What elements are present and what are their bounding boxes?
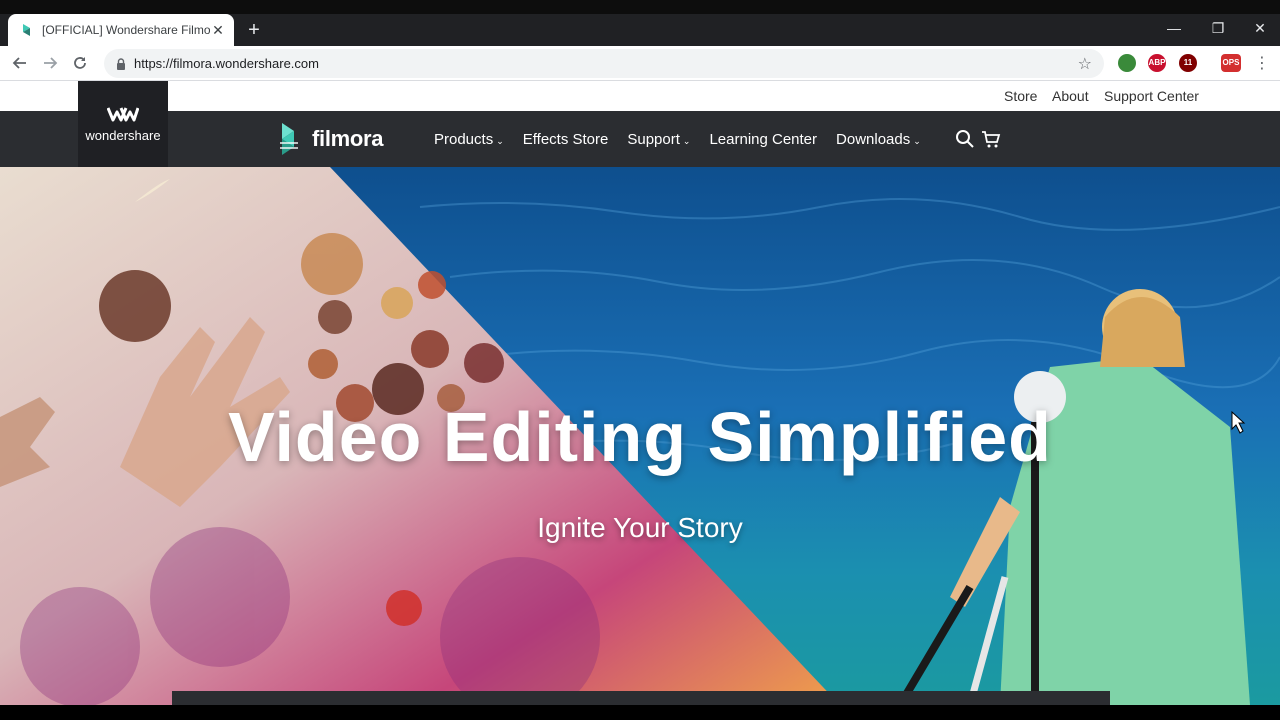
filmora-logo[interactable]: filmora (278, 123, 384, 155)
nav-products[interactable]: Products ⌄ (434, 131, 504, 148)
bookmark-star-icon[interactable]: ☆ (1078, 54, 1092, 74)
hero-banner: Video Editing Simplified Ignite Your Sto… (0, 167, 1280, 705)
restore-button[interactable]: ❐ (1196, 14, 1240, 42)
nav-support-label: Support (627, 130, 680, 148)
nav-effects-store[interactable]: Effects Store (523, 131, 609, 148)
cart-icon[interactable] (981, 129, 1001, 149)
nav-learning-center[interactable]: Learning Center (709, 131, 817, 148)
close-window-button[interactable]: ✕ (1238, 14, 1280, 42)
chevron-down-icon: ⌄ (682, 135, 691, 146)
nav-support[interactable]: Support ⌄ (627, 131, 690, 148)
back-arrow-icon[interactable] (10, 53, 30, 73)
ops-extension-icon[interactable]: OPS (1221, 54, 1241, 72)
nav-effects-store-label: Effects Store (522, 130, 609, 148)
title-bar (0, 0, 1280, 14)
new-tab-button[interactable]: + (244, 20, 264, 40)
browser-toolbar: https://filmora.wondershare.com ☆ ABP 11… (0, 46, 1280, 81)
hero-bottom-bar (172, 691, 1110, 705)
url-text: https://filmora.wondershare.com (134, 56, 319, 71)
globe-extension-icon[interactable] (1118, 54, 1136, 72)
main-navigation: filmora Products ⌄ Effects Store Support ⌄… (0, 111, 1280, 167)
address-bar[interactable]: https://filmora.wondershare.com ☆ (104, 49, 1104, 78)
nav-learning-center-label: Learning Center (709, 130, 818, 148)
tab-title: [OFFICIAL] Wondershare Filmora (42, 23, 210, 37)
filmora-mark-icon (280, 123, 298, 155)
about-link[interactable]: About (1052, 88, 1089, 104)
nav-products-label: Products (434, 130, 494, 148)
utility-bar: Store About Support Center (0, 81, 1280, 111)
forward-arrow-icon[interactable] (40, 53, 60, 73)
screen-bottom-border (0, 705, 1280, 720)
chevron-down-icon: ⌄ (913, 135, 921, 146)
store-link[interactable]: Store (1004, 88, 1037, 104)
support-center-link[interactable]: Support Center (1104, 88, 1199, 104)
search-icon[interactable] (955, 129, 975, 149)
chevron-down-icon: ⌄ (496, 135, 504, 146)
adblock-plus-icon[interactable]: ABP (1148, 54, 1166, 72)
browser-tab[interactable]: [OFFICIAL] Wondershare Filmora ✕ (8, 14, 234, 46)
reload-icon[interactable] (70, 53, 90, 73)
lock-icon (117, 57, 125, 70)
ublock-origin-icon[interactable]: 11 (1179, 54, 1197, 72)
hero-title: Video Editing Simplified (228, 398, 1052, 476)
wondershare-mark-icon (107, 106, 139, 121)
website: Store About Support Center wondershare f… (0, 81, 1280, 705)
close-tab-icon[interactable]: ✕ (210, 22, 226, 38)
browser-tab-bar: [OFFICIAL] Wondershare Filmora ✕ + — ❐ ✕ (0, 0, 1280, 46)
filmora-brand-name: filmora (312, 126, 384, 151)
wondershare-logo[interactable]: wondershare (78, 81, 168, 167)
hero-subtitle: Ignite Your Story (537, 512, 743, 543)
nav-downloads[interactable]: Downloads ⌄ (836, 131, 921, 148)
browser-menu-icon[interactable]: ⋮ (1254, 54, 1270, 74)
minimize-button[interactable]: — (1152, 14, 1196, 42)
filmora-favicon-icon (23, 24, 30, 36)
nav-downloads-label: Downloads (836, 130, 911, 148)
nav-links: Products ⌄ Effects Store Support ⌄ Learnin… (434, 111, 940, 167)
wondershare-logo-text: wondershare (85, 127, 161, 143)
